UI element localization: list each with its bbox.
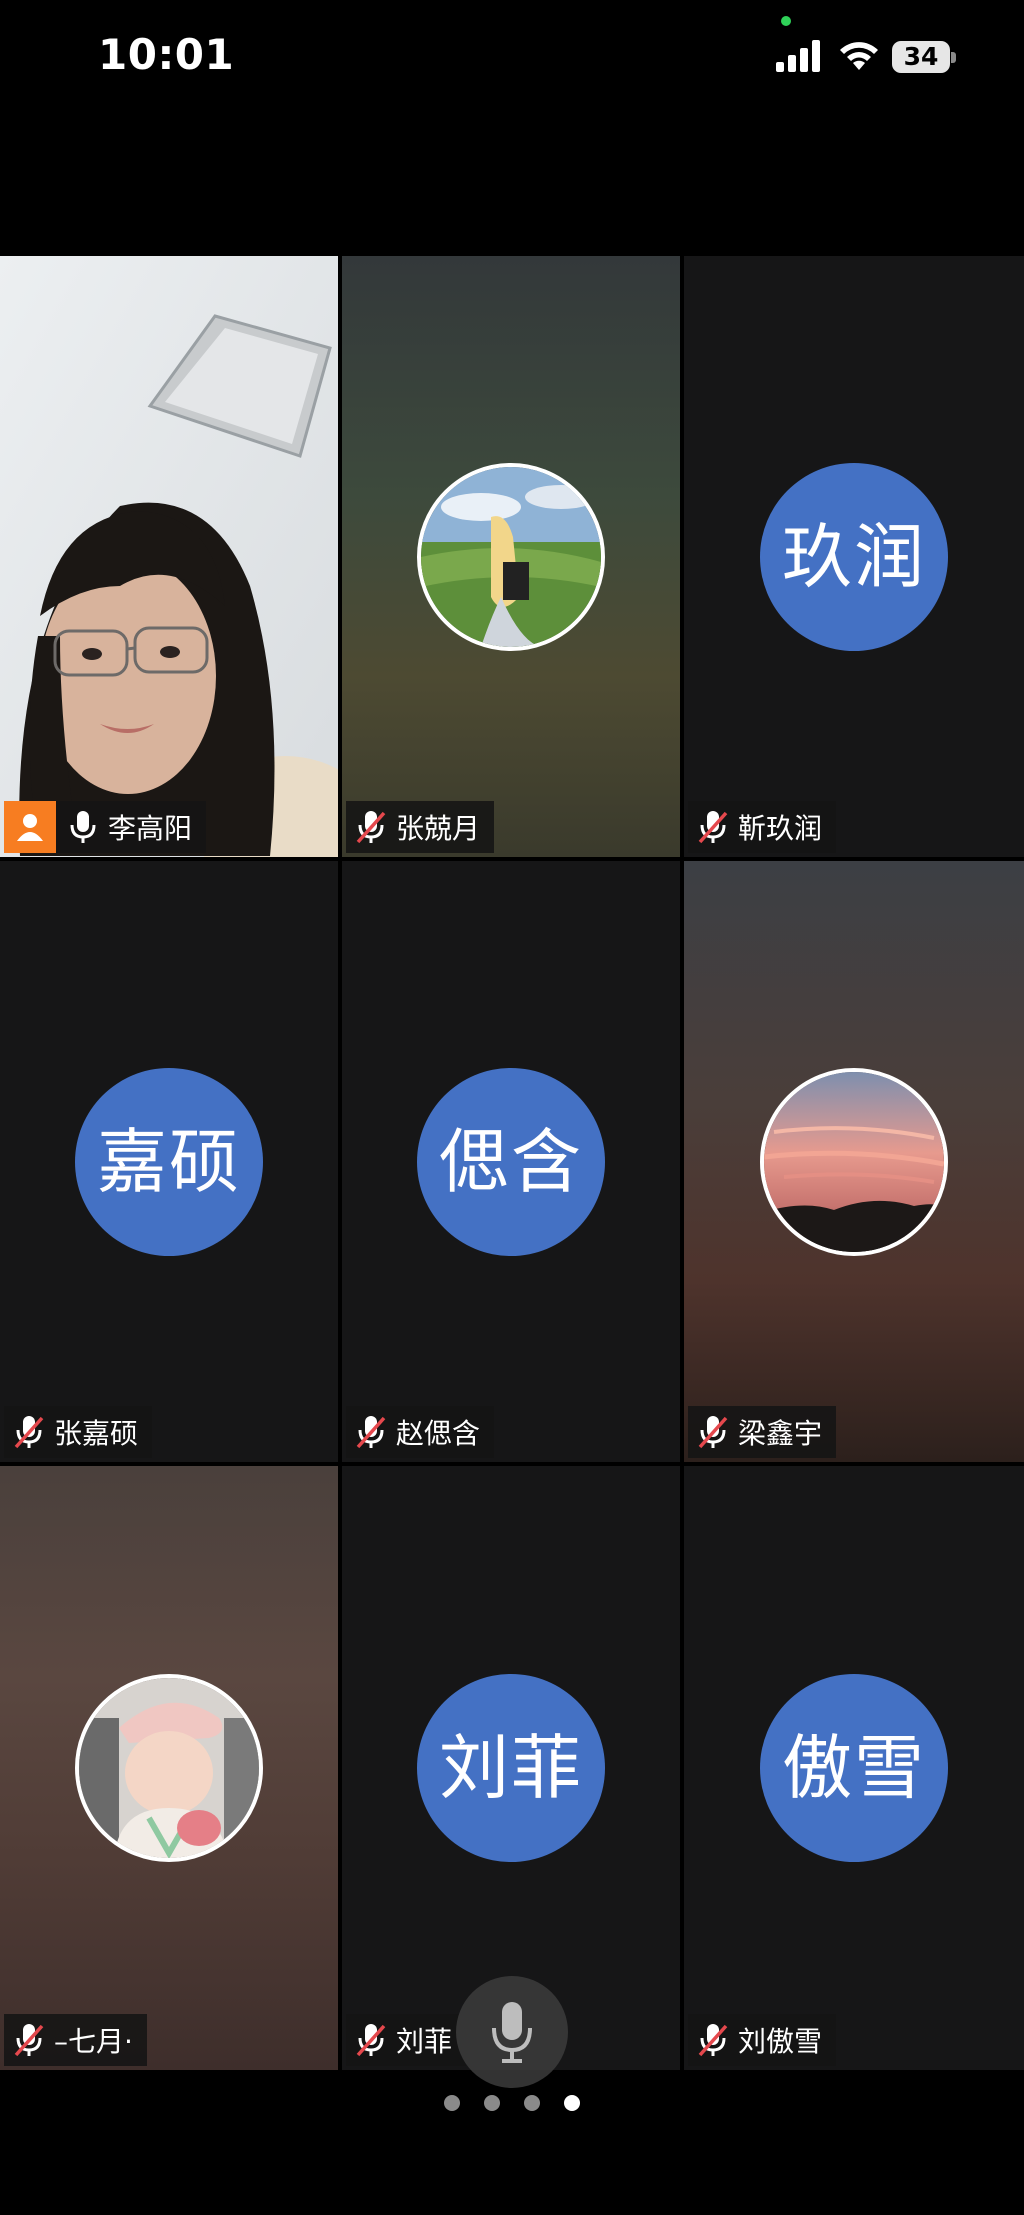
- participant-name-tag: 刘傲雪: [688, 2014, 837, 2066]
- participant-name: 靳玖润: [738, 812, 823, 845]
- muted-microphone-icon: [356, 1416, 386, 1449]
- page-indicator[interactable]: [0, 2095, 1024, 2111]
- camera-in-use-indicator: [781, 16, 791, 26]
- participant-tile-active-speaker[interactable]: 李高阳: [0, 256, 338, 857]
- muted-microphone-icon: [14, 2024, 44, 2057]
- muted-microphone-icon: [356, 2024, 386, 2057]
- participant-avatar-photo: [760, 1067, 948, 1256]
- participant-name: 梁鑫宇: [738, 1417, 823, 1450]
- participant-name: 刘傲雪: [738, 2025, 823, 2058]
- participant-avatar-initials: 嘉硕: [75, 1067, 263, 1256]
- participant-avatar-initials: 傲雪: [760, 1674, 948, 1862]
- page-dot-4-active[interactable]: [564, 2095, 580, 2111]
- participant-tile[interactable]: 梁鑫宇: [684, 861, 1024, 1462]
- signal-icon: [776, 40, 820, 72]
- participant-name-tag: 靳玖润: [688, 801, 837, 853]
- participant-avatar-photo: [75, 1674, 263, 1862]
- participant-tile[interactable]: 玖润 靳玖润: [684, 256, 1024, 857]
- microphone-icon: [492, 2002, 532, 2063]
- participant-name-tag: 张兢月: [346, 801, 495, 853]
- host-badge-icon: [4, 801, 56, 853]
- participant-name: 赵偲含: [396, 1417, 481, 1450]
- participant-name: 张兢月: [396, 812, 481, 845]
- participant-name-tag: 李高阳: [4, 801, 207, 853]
- wifi-icon: [840, 42, 878, 70]
- participant-name-tag: 张嘉硕: [4, 1406, 153, 1458]
- participant-avatar-photo: [417, 462, 605, 651]
- participant-name: 李高阳: [108, 812, 193, 845]
- muted-microphone-icon: [698, 2024, 728, 2057]
- participant-avatar-initials: 玖润: [760, 462, 948, 651]
- status-bar: 10:01 34: [0, 0, 1024, 120]
- status-time: 10:01: [98, 30, 235, 79]
- participant-avatar-initials: 刘菲: [417, 1674, 605, 1862]
- microphone-toggle-button[interactable]: [456, 1976, 568, 2088]
- participant-name-tag: 赵偲含: [346, 1406, 495, 1458]
- participant-tile[interactable]: 傲雪 刘傲雪: [684, 1466, 1024, 2070]
- battery-level: 34: [892, 41, 950, 73]
- participant-tile[interactable]: –七月·: [0, 1466, 338, 2070]
- muted-microphone-icon: [14, 1416, 44, 1449]
- meeting-screen: 10:01 34 李高阳 张兢月 玖润 靳玖润 嘉硕 张嘉硕 偲含 赵偲含 梁鑫…: [0, 0, 1024, 2215]
- participant-name-tag: –七月·: [4, 2014, 147, 2066]
- participant-name-tag: 刘菲: [346, 2014, 467, 2066]
- muted-microphone-icon: [356, 811, 386, 844]
- participant-name: –七月·: [54, 2025, 133, 2058]
- muted-microphone-icon: [698, 811, 728, 844]
- participant-video: [0, 256, 338, 857]
- participant-name-tag: 梁鑫宇: [688, 1406, 837, 1458]
- participant-tile[interactable]: 张兢月: [342, 256, 680, 857]
- participant-name: 刘菲: [396, 2025, 453, 2058]
- page-dot-2[interactable]: [484, 2095, 500, 2111]
- page-dot-3[interactable]: [524, 2095, 540, 2111]
- page-dot-1[interactable]: [444, 2095, 460, 2111]
- participant-tile[interactable]: 偲含 赵偲含: [342, 861, 680, 1462]
- battery-icon: 34: [892, 41, 956, 73]
- participant-grid: 李高阳 张兢月 玖润 靳玖润 嘉硕 张嘉硕 偲含 赵偲含 梁鑫宇 –七月· 刘菲…: [0, 256, 1024, 2070]
- participant-tile[interactable]: 嘉硕 张嘉硕: [0, 861, 338, 1462]
- participant-avatar-initials: 偲含: [417, 1067, 605, 1256]
- microphone-icon: [70, 811, 96, 843]
- participant-name: 张嘉硕: [54, 1417, 139, 1450]
- muted-microphone-icon: [698, 1416, 728, 1449]
